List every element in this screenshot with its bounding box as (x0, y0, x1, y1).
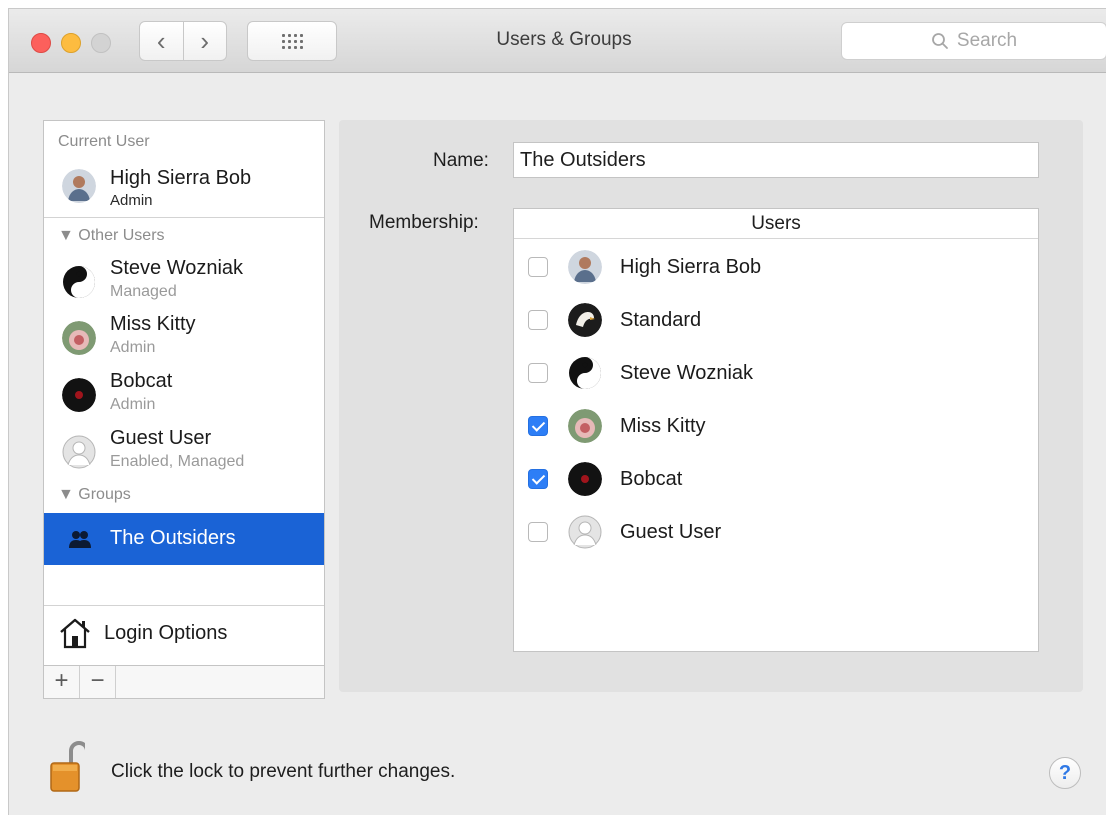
disclosure-triangle-icon: ▼ (58, 486, 79, 503)
add-remove-bar: + − (44, 665, 324, 698)
group-name-field[interactable] (513, 142, 1039, 178)
group-detail-panel: Name: Membership: Users High Sierra Bob … (339, 120, 1083, 692)
user-avatar-bob-icon (62, 169, 96, 203)
disclosure-triangle-icon: ▼ (58, 227, 79, 244)
current-user-heading: Current User (58, 133, 150, 150)
table-header-users[interactable]: Users (514, 209, 1038, 239)
member-checkbox-miss-kitty[interactable] (528, 416, 548, 436)
house-icon (60, 618, 90, 649)
sidebar-item-label: The Outsiders (110, 527, 236, 549)
chevron-right-icon: › (200, 25, 210, 56)
guest-avatar-icon (568, 515, 602, 549)
sidebar-item-label: High Sierra Bob (110, 167, 252, 189)
title-bar: ‹ › Users & Groups Search (9, 9, 1106, 73)
preferences-window: ‹ › Users & Groups Search Current User H… (8, 8, 1106, 815)
window-title: Users & Groups (496, 29, 632, 50)
unlocked-padlock-icon[interactable] (49, 737, 85, 793)
dark-avatar-icon (568, 462, 602, 496)
membership-table: Users High Sierra Bob Standard Steve Woz… (513, 208, 1039, 652)
table-row: Standard (514, 296, 1038, 346)
sidebar-item-role: Enabled, Managed (110, 453, 245, 470)
sidebar-item-role: Admin (110, 396, 156, 413)
add-button[interactable]: + (44, 666, 80, 698)
member-name: Bobcat (620, 468, 683, 490)
group-icon (69, 531, 91, 548)
member-checkbox-steve-wozniak[interactable] (528, 363, 548, 383)
member-name: Steve Wozniak (620, 362, 754, 384)
other-users-heading[interactable]: ▼ Other Users (58, 227, 165, 245)
table-row: High Sierra Bob (514, 243, 1038, 293)
zoom-button[interactable] (91, 33, 111, 53)
help-button[interactable]: ? (1049, 757, 1081, 789)
member-name: Miss Kitty (620, 415, 706, 437)
minimize-button[interactable] (61, 33, 81, 53)
chevron-left-icon: ‹ (156, 25, 166, 56)
flower-avatar-icon (62, 321, 96, 355)
login-options-item[interactable]: Login Options (44, 605, 324, 665)
sidebar-item-label: Bobcat (110, 370, 173, 392)
sidebar-item-the-outsiders[interactable]: The Outsiders (44, 513, 324, 565)
grid-icon (281, 33, 303, 49)
member-checkbox-guest-user[interactable] (528, 522, 548, 542)
member-name: Standard (620, 309, 702, 331)
sidebar-item-miss-kitty[interactable]: Miss Kitty Admin (44, 311, 324, 365)
user-avatar-bob-icon (568, 250, 602, 284)
lock-status-text: Click the lock to prevent further change… (111, 761, 456, 782)
forward-button[interactable]: › (182, 22, 227, 60)
sidebar-item-guest-user[interactable]: Guest User Enabled, Managed (44, 425, 324, 479)
sidebar-item-label: Guest User (110, 427, 212, 449)
sidebar-item-high-sierra-bob[interactable]: High Sierra Bob Admin (44, 161, 324, 215)
table-row: Bobcat (514, 455, 1038, 505)
sidebar-item-role: Admin (110, 192, 153, 209)
member-checkbox-standard[interactable] (528, 310, 548, 330)
flower-avatar-icon (568, 409, 602, 443)
yin-yang-avatar-icon (62, 265, 96, 299)
users-sidebar: Current User High Sierra Bob Admin ▼ Oth… (43, 120, 325, 699)
sidebar-item-role: Managed (110, 283, 177, 300)
dark-avatar-icon (62, 378, 96, 412)
sidebar-item-steve-wozniak[interactable]: Steve Wozniak Managed (44, 255, 324, 309)
yin-yang-avatar-icon (568, 356, 602, 390)
member-checkbox-high-sierra-bob[interactable] (528, 257, 548, 277)
show-all-button[interactable] (247, 21, 337, 61)
name-label: Name: (433, 150, 489, 171)
back-forward-group: ‹ › (139, 21, 227, 61)
login-options-label: Login Options (104, 622, 228, 644)
groups-heading[interactable]: ▼ Groups (58, 486, 131, 504)
guest-avatar-icon (62, 435, 96, 469)
divider (44, 217, 324, 218)
member-name: High Sierra Bob (620, 256, 762, 278)
close-button[interactable] (31, 33, 51, 53)
sidebar-item-bobcat[interactable]: Bobcat Admin (44, 368, 324, 422)
table-row: Steve Wozniak (514, 349, 1038, 399)
search-placeholder: Search (956, 30, 1018, 51)
membership-label: Membership: (369, 212, 479, 233)
table-row: Guest User (514, 508, 1038, 558)
sidebar-item-label: Miss Kitty (110, 313, 196, 335)
search-icon (931, 33, 948, 49)
sidebar-item-role: Admin (110, 339, 156, 356)
search-field[interactable]: Search (841, 22, 1106, 60)
eagle-avatar-icon (568, 303, 602, 337)
back-button[interactable]: ‹ (140, 22, 183, 60)
remove-button[interactable]: − (80, 666, 116, 698)
sidebar-item-label: Steve Wozniak (110, 257, 244, 279)
member-checkbox-bobcat[interactable] (528, 469, 548, 489)
table-row: Miss Kitty (514, 402, 1038, 452)
member-name: Guest User (620, 521, 722, 543)
